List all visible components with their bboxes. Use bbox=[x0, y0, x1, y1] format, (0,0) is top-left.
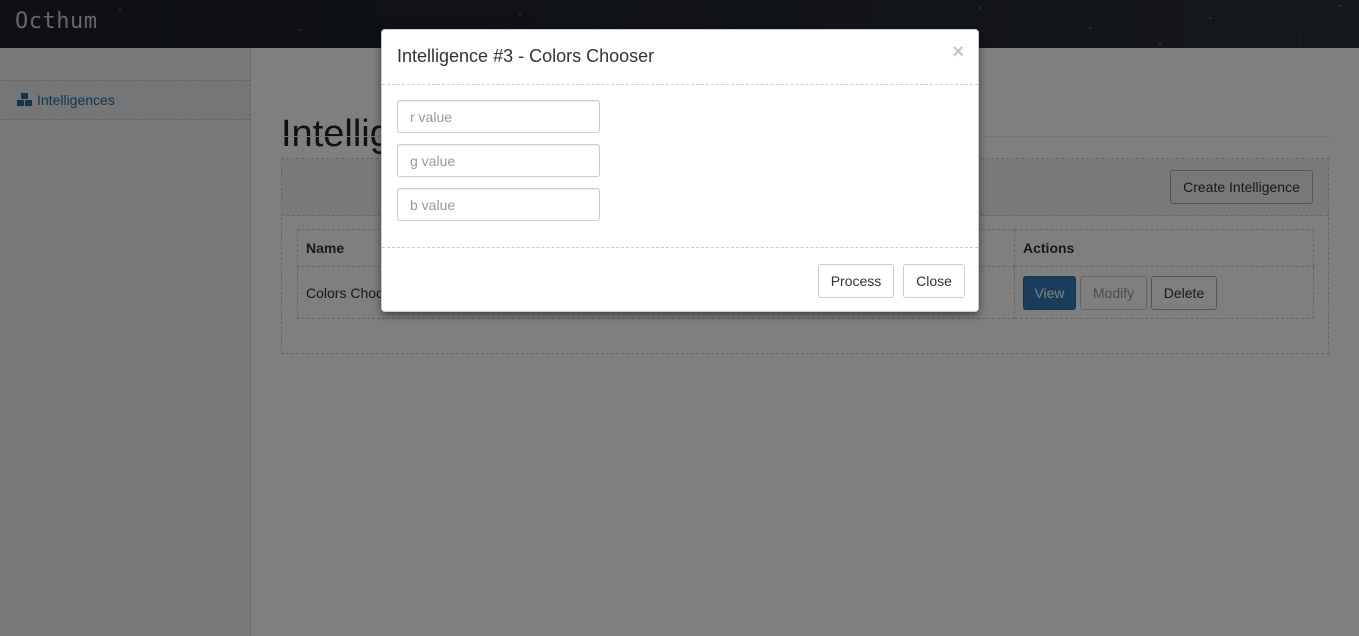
modal-header: Intelligence #3 - Colors Chooser × bbox=[382, 30, 978, 85]
process-button[interactable]: Process bbox=[818, 264, 894, 298]
close-button[interactable]: Close bbox=[903, 264, 965, 298]
close-icon[interactable]: × bbox=[952, 42, 964, 62]
modal-footer: Process Close bbox=[382, 248, 978, 311]
colors-chooser-modal: Intelligence #3 - Colors Chooser × Proce… bbox=[381, 29, 979, 312]
modal-title: Intelligence #3 - Colors Chooser bbox=[397, 46, 655, 66]
modal-body bbox=[382, 85, 978, 248]
b-value-input[interactable] bbox=[397, 188, 600, 221]
r-value-input[interactable] bbox=[397, 100, 600, 133]
g-value-input[interactable] bbox=[397, 144, 600, 177]
